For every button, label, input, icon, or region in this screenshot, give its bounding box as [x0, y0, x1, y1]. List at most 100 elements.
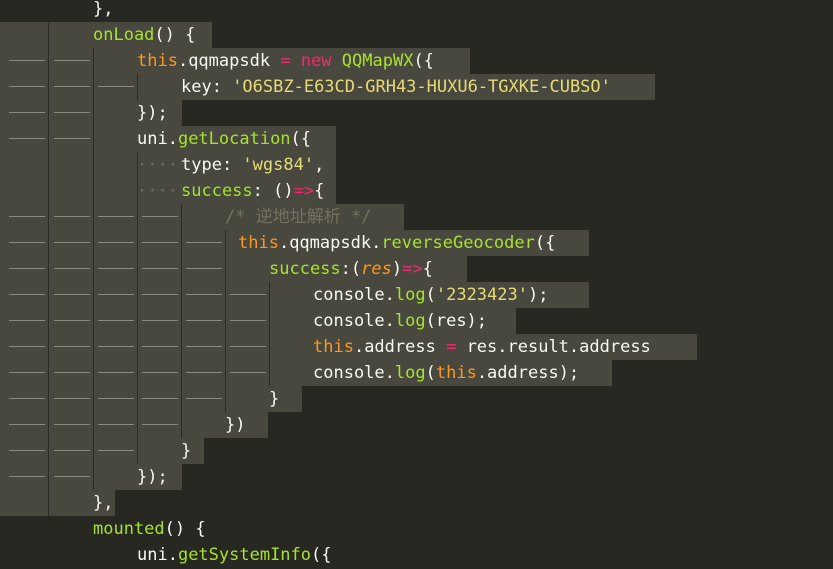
- indent-guide: [50, 360, 94, 386]
- code-line[interactable]: uni.getLocation({: [0, 126, 833, 152]
- whitespace-tab-marker: [54, 216, 90, 217]
- indent-guide: [5, 386, 49, 412]
- code-token: this: [313, 337, 354, 357]
- whitespace-space-markers: ····: [137, 181, 178, 201]
- whitespace-tab-marker: [142, 372, 178, 373]
- whitespace-tab-marker: [98, 450, 134, 451]
- whitespace-tab-marker: [9, 320, 45, 321]
- whitespace-tab-marker: [98, 372, 134, 373]
- code-text: }: [269, 386, 279, 412]
- indent-guide: [182, 334, 226, 360]
- code-token: ({: [534, 233, 556, 253]
- code-line[interactable]: key: 'O6SBZ-E63CD-GRH43-HUXU6-TGXKE-CUBS…: [0, 74, 833, 100]
- code-token: ({: [413, 51, 434, 71]
- code-token: .address: [353, 337, 447, 357]
- code-token: : (): [252, 181, 294, 201]
- indent-guide: [5, 256, 49, 282]
- code-line[interactable]: ···· type: 'wgs84',: [0, 152, 833, 178]
- code-token: success: [181, 181, 253, 201]
- indent-guide: [94, 282, 138, 308]
- whitespace-tab-marker: [142, 320, 178, 321]
- code-line[interactable]: });: [0, 464, 833, 490]
- code-line[interactable]: }: [0, 438, 833, 464]
- whitespace-tab-marker: [54, 398, 90, 399]
- code-line[interactable]: success:(res)=>{: [0, 256, 833, 282]
- indent-guide: [50, 48, 94, 74]
- code-line[interactable]: },: [0, 490, 833, 516]
- code-line[interactable]: ···· success: ()=>{: [0, 178, 833, 204]
- code-line[interactable]: uni.getSystemInfo({: [0, 542, 833, 568]
- code-text: });: [137, 464, 168, 490]
- whitespace-tab-marker: [230, 346, 266, 347]
- code-line[interactable]: console.log(res);: [0, 308, 833, 334]
- whitespace-tab-marker: [186, 294, 222, 295]
- code-token: );: [527, 285, 549, 305]
- code-token: (: [425, 285, 436, 305]
- code-line[interactable]: console.log('2323423');: [0, 282, 833, 308]
- code-token: log: [394, 363, 426, 383]
- whitespace-tab-marker: [9, 424, 45, 425]
- whitespace-tab-marker: [9, 86, 45, 87]
- whitespace-tab-marker: [54, 112, 90, 113]
- indent-guide: [226, 334, 270, 360]
- indent-guide: [94, 360, 138, 386]
- indent-guide: [182, 256, 226, 282]
- indent-guide: [5, 334, 49, 360]
- code-text: }): [225, 412, 245, 438]
- code-line[interactable]: this.qqmapsdk.reverseGeocoder({: [0, 230, 833, 256]
- code-line[interactable]: console.log(this.address);: [0, 360, 833, 386]
- code-token: }: [181, 441, 192, 461]
- whitespace-tab-marker: [9, 138, 45, 139]
- code-token: ({: [311, 545, 332, 565]
- whitespace-tab-marker: [98, 216, 134, 217]
- whitespace-tab-marker: [142, 346, 178, 347]
- whitespace-tab-marker: [9, 112, 45, 113]
- code-editor[interactable]: }, onLoad() {this.qqmapsdk = new QQMapWX(…: [0, 0, 833, 569]
- indent-guide: [50, 334, 94, 360]
- code-line[interactable]: }: [0, 386, 833, 412]
- whitespace-tab-marker: [230, 320, 266, 321]
- code-token: .address);: [476, 363, 580, 383]
- indent-guide: [5, 464, 49, 490]
- indent-guide: [5, 360, 49, 386]
- code-line[interactable]: this.qqmapsdk = new QQMapWX({: [0, 48, 833, 74]
- code-token: ): [391, 259, 403, 279]
- code-line[interactable]: },: [0, 0, 833, 22]
- indent-guide: [138, 386, 182, 412]
- code-token: () {: [164, 519, 206, 539]
- indent-guide: [5, 74, 49, 100]
- code-token: success: [269, 259, 341, 279]
- whitespace-tab-marker: [98, 86, 134, 87]
- indent-guide: [50, 152, 94, 178]
- code-text: },: [93, 490, 113, 516]
- indent-guide: [5, 100, 49, 126]
- whitespace-tab-marker: [9, 398, 45, 399]
- code-text: uni.getLocation({: [137, 126, 311, 152]
- code-line[interactable]: this.address = res.result.address: [0, 334, 833, 360]
- code-token: });: [137, 467, 168, 487]
- code-token: ,: [314, 155, 325, 175]
- whitespace-tab-marker: [54, 346, 90, 347]
- indent-guide: [94, 386, 138, 412]
- code-line[interactable]: });: [0, 100, 833, 126]
- code-line[interactable]: mounted() {: [0, 516, 833, 542]
- code-text: onLoad() {: [93, 22, 195, 48]
- code-token: }): [225, 415, 246, 435]
- code-token: });: [137, 103, 168, 123]
- code-text: console.log(res);: [313, 308, 487, 334]
- whitespace-tab-marker: [9, 216, 45, 217]
- code-token: this: [137, 51, 178, 71]
- whitespace-tab-marker: [98, 242, 134, 243]
- code-line[interactable]: }): [0, 412, 833, 438]
- code-token: }: [269, 389, 280, 409]
- indent-guide: [50, 308, 94, 334]
- code-token: onLoad: [93, 25, 155, 45]
- code-line[interactable]: onLoad() {: [0, 22, 833, 48]
- indent-guide: [138, 282, 182, 308]
- code-token: reverseGeocoder: [381, 233, 535, 253]
- code-line[interactable]: /* 逆地址解析 */: [0, 204, 833, 230]
- indent-guide: [50, 178, 94, 204]
- code-token: log: [394, 311, 426, 331]
- indent-guide: [138, 412, 182, 438]
- indent-guide: [5, 438, 49, 464]
